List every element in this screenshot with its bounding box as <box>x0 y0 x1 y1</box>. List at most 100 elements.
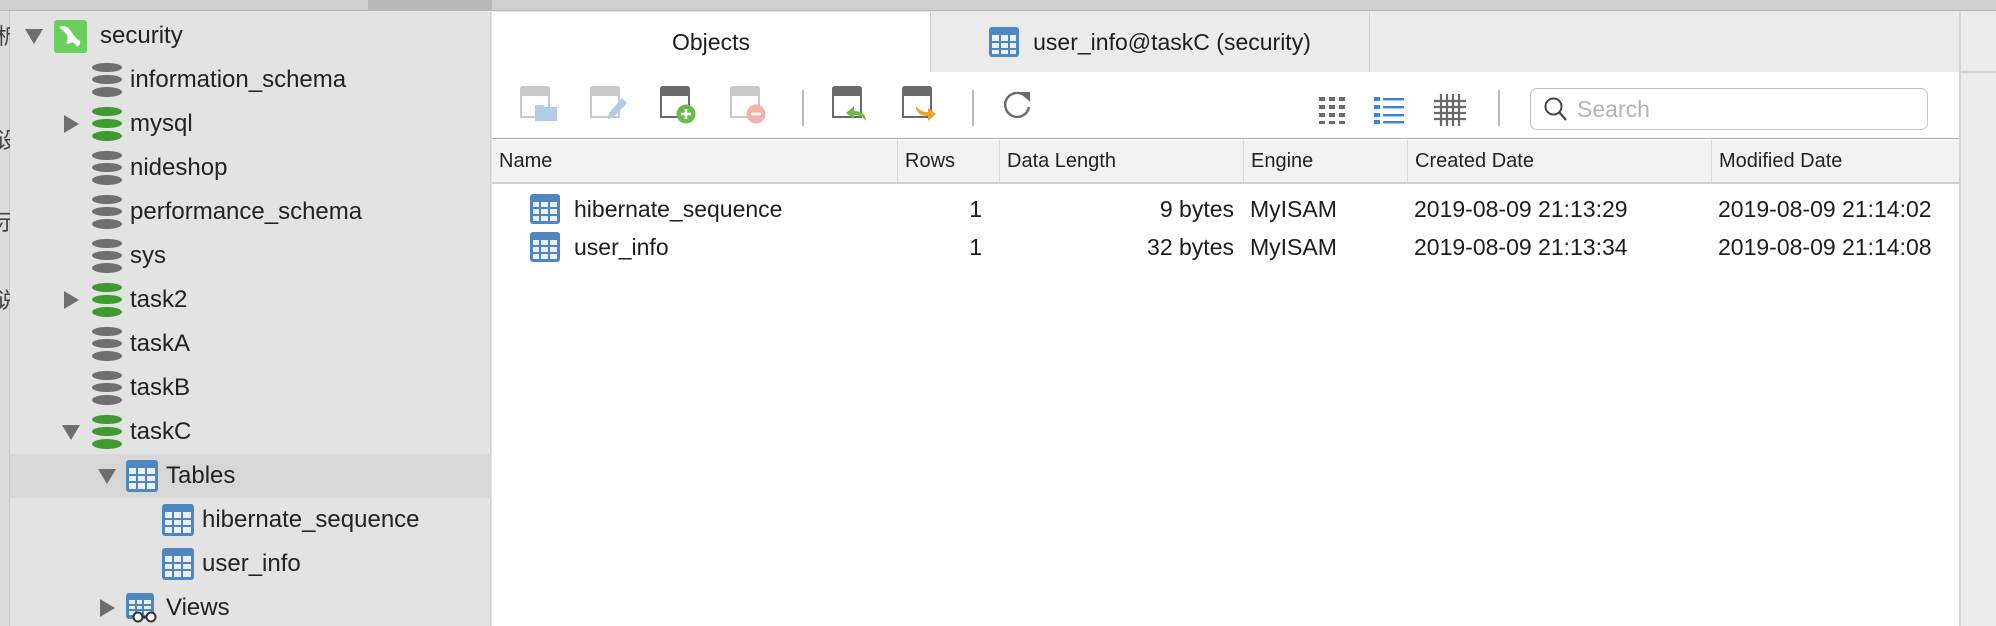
table-icon <box>530 232 560 262</box>
table-row[interactable]: hibernate_sequence 1 9 bytes MyISAM 2019… <box>492 190 1959 228</box>
list-icon <box>1374 97 1404 124</box>
table-icon <box>126 460 158 492</box>
cell-name: user_info <box>574 233 669 260</box>
refresh-button[interactable] <box>998 86 1038 124</box>
disclosure-collapsed-icon[interactable] <box>64 291 79 309</box>
tab-objects[interactable]: Objects <box>492 12 930 72</box>
connection-label: security <box>100 22 183 49</box>
disclosure-expanded-icon[interactable] <box>62 424 80 440</box>
tree-db-nideshop[interactable]: nideshop <box>10 146 491 190</box>
cell-engine: MyISAM <box>1250 233 1337 260</box>
column-header-created-date[interactable]: Created Date <box>1407 140 1711 182</box>
cell-modified-date: 2019-08-09 21:14:02 <box>1718 195 1932 222</box>
mysql-dolphin-icon <box>54 19 87 53</box>
database-closed-icon <box>92 371 122 405</box>
tree-connection-security[interactable]: security <box>10 14 491 58</box>
disclosure-expanded-icon[interactable] <box>98 468 116 484</box>
disclosure-expanded-icon[interactable] <box>25 28 43 44</box>
list-view-button[interactable] <box>1374 96 1404 124</box>
table-icon-cell <box>530 228 560 266</box>
database-label: performance_schema <box>130 198 363 225</box>
cell-data-length: 9 bytes <box>1159 195 1234 222</box>
title-strip-segment <box>368 0 492 10</box>
database-closed-icon <box>92 327 122 361</box>
database-label: mysql <box>130 110 193 137</box>
tree-db-taskC[interactable]: taskC <box>10 410 491 454</box>
cell-rows: 1 <box>969 195 982 222</box>
table-icon <box>989 27 1020 57</box>
refresh-icon <box>1004 91 1031 119</box>
tab-label: user_info@taskC (security) <box>1033 28 1311 55</box>
detail-view-button[interactable] <box>1434 94 1466 126</box>
design-table-button[interactable] <box>588 86 628 124</box>
disclosure-collapsed-icon[interactable] <box>64 115 79 133</box>
table-label: hibernate_sequence <box>202 506 420 533</box>
title-strip <box>0 0 1996 11</box>
tree-db-mysql[interactable]: mysql <box>10 102 491 146</box>
pencil-icon <box>608 98 627 119</box>
new-table-button[interactable] <box>658 86 698 124</box>
column-header-rows[interactable]: Rows <box>897 140 999 182</box>
tree-db-performance-schema[interactable]: performance_schema <box>10 190 491 234</box>
table-icon <box>162 504 194 536</box>
cell-rows: 1 <box>969 233 982 260</box>
cell-data-length: 32 bytes <box>1147 233 1234 260</box>
database-label: taskC <box>130 418 192 445</box>
cell-created-date: 2019-08-09 21:13:34 <box>1414 233 1628 260</box>
import-wizard-button[interactable] <box>830 86 870 124</box>
objects-table-header: Name Rows Data Length Engine Created Dat… <box>492 140 1959 184</box>
tree-db-information-schema[interactable]: information_schema <box>10 58 491 102</box>
export-wizard-button[interactable] <box>900 86 940 124</box>
main-pane: Objects user_info@taskC (security) Searc… <box>492 12 1959 626</box>
database-closed-icon <box>92 239 122 273</box>
cell-modified-date: 2019-08-09 21:14:08 <box>1718 233 1932 260</box>
search-input[interactable] <box>1577 95 1917 123</box>
tree-db-sys[interactable]: sys <box>10 234 491 278</box>
tree-table-user-info[interactable]: user_info <box>10 542 491 586</box>
objects-toolbar <box>492 72 1959 139</box>
tree-views-group[interactable]: Views <box>10 586 491 626</box>
cell-name: hibernate_sequence <box>574 195 783 222</box>
icons-view-button[interactable] <box>1318 96 1346 124</box>
database-closed-icon <box>92 63 122 97</box>
import-arrow-icon <box>846 106 866 121</box>
tree-tables-group[interactable]: Tables <box>10 454 491 498</box>
search-field[interactable] <box>1530 88 1928 130</box>
toolbar-separator <box>972 90 974 126</box>
cell-created-date: 2019-08-09 21:13:29 <box>1414 195 1628 222</box>
background-window-edge: 析 设 示 说 <box>0 11 18 626</box>
disclosure-collapsed-icon[interactable] <box>100 599 115 617</box>
column-header-engine[interactable]: Engine <box>1243 140 1407 182</box>
folder-icon <box>535 105 557 121</box>
tab-bar: Objects user_info@taskC (security) <box>492 12 1959 72</box>
tab-label: Objects <box>672 28 750 55</box>
database-open-icon <box>92 107 122 141</box>
tables-group-label: Tables <box>166 462 236 489</box>
app-window: 析 设 示 说 security information_schema mysq… <box>0 0 1996 626</box>
database-closed-icon <box>92 195 122 229</box>
table-label: user_info <box>202 550 301 577</box>
database-label: task2 <box>130 286 188 313</box>
delete-table-button[interactable] <box>728 86 768 124</box>
database-open-icon <box>92 283 122 317</box>
column-header-modified-date[interactable]: Modified Date <box>1711 140 1959 182</box>
tree-db-task2[interactable]: task2 <box>10 278 491 322</box>
database-label: taskB <box>130 374 191 401</box>
tree-db-taskB[interactable]: taskB <box>10 366 491 410</box>
database-label: taskA <box>130 330 191 357</box>
tree-table-hibernate-sequence[interactable]: hibernate_sequence <box>10 498 491 542</box>
open-table-button[interactable] <box>518 86 558 124</box>
detail-grid-icon <box>1434 94 1466 126</box>
tab-user-info-table[interactable]: user_info@taskC (security) <box>930 12 1370 72</box>
column-header-data-length[interactable]: Data Length <box>999 140 1243 182</box>
table-icon <box>162 548 194 580</box>
table-icon-cell <box>530 190 560 228</box>
search-icon <box>1543 96 1569 122</box>
database-closed-icon <box>92 151 122 185</box>
export-arrow-icon <box>916 106 936 121</box>
column-header-name[interactable]: Name <box>492 140 897 182</box>
toolbar-separator <box>1498 90 1500 126</box>
navigation-sidebar: security information_schema mysql nidesh… <box>10 12 491 626</box>
tree-db-taskA[interactable]: taskA <box>10 322 491 366</box>
table-row[interactable]: user_info 1 32 bytes MyISAM 2019-08-09 2… <box>492 228 1959 266</box>
